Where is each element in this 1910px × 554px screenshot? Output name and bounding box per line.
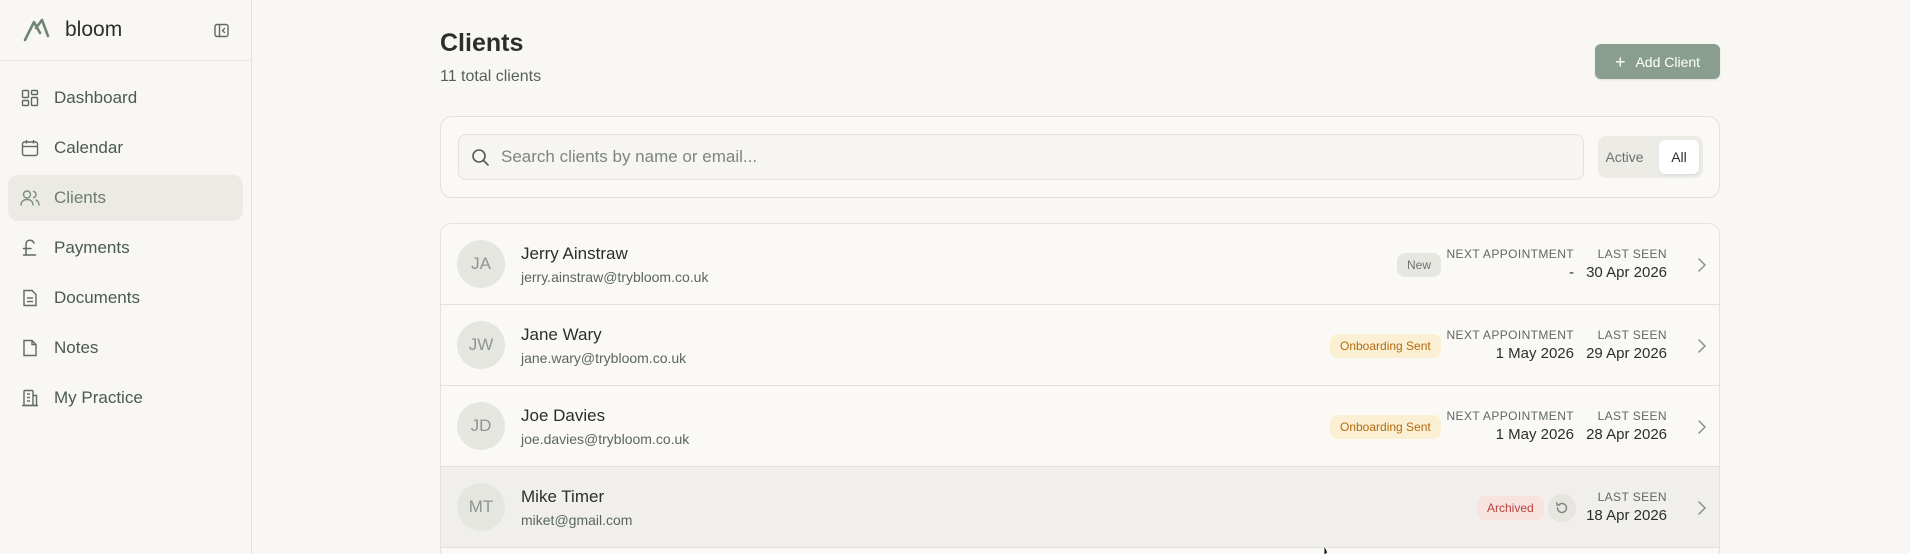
- client-email: joe.davies@trybloom.co.uk: [521, 431, 690, 447]
- sidebar-item-label: Dashboard: [54, 88, 138, 107]
- main-content: Clients 11 total clients + Add Client Ac…: [252, 0, 1910, 554]
- sidebar: bloom Dashboard Calendar Clients Payment…: [0, 0, 252, 554]
- chevron-right-icon: [1695, 256, 1709, 274]
- last-seen-label: LAST SEEN: [1597, 328, 1667, 342]
- client-list: JA Jerry Ainstraw jerry.ainstraw@trybloo…: [440, 223, 1720, 554]
- sidebar-item-dashboard[interactable]: Dashboard: [8, 75, 243, 121]
- search-icon: [471, 147, 491, 167]
- client-email: jane.wary@trybloom.co.uk: [521, 350, 687, 366]
- search-field[interactable]: [458, 134, 1584, 180]
- sidebar-item-payments[interactable]: Payments: [8, 225, 243, 271]
- avatar: JA: [457, 240, 505, 288]
- sidebar-item-label: My Practice: [54, 388, 143, 407]
- client-row[interactable]: JA Jerry Ainstraw jerry.ainstraw@trybloo…: [441, 224, 1719, 305]
- sidebar-collapse-icon[interactable]: [213, 22, 229, 38]
- next-appointment-value: 1 May 2026: [1495, 426, 1574, 443]
- mouse-cursor-icon: [1323, 544, 1338, 554]
- last-seen-label: LAST SEEN: [1597, 409, 1667, 423]
- bloom-logo-icon: [22, 16, 50, 44]
- dashboard-icon: [20, 88, 40, 108]
- sidebar-item-my-practice[interactable]: My Practice: [8, 375, 243, 421]
- avatar: JW: [457, 321, 505, 369]
- status-badge: New: [1397, 253, 1442, 277]
- chevron-right-icon: [1695, 499, 1709, 517]
- calendar-icon: [20, 138, 40, 158]
- sidebar-item-label: Documents: [54, 288, 140, 307]
- client-name: Mike Timer: [521, 487, 605, 506]
- client-email: miket@gmail.com: [521, 512, 633, 528]
- next-appointment-label: NEXT APPOINTMENT: [1446, 409, 1574, 423]
- last-seen-label: LAST SEEN: [1597, 490, 1667, 504]
- filter-active[interactable]: Active: [1602, 140, 1647, 174]
- status-badge: Onboarding Sent: [1330, 415, 1441, 439]
- client-name: Jane Wary: [521, 325, 602, 344]
- status-filter-toggle: Active All: [1598, 136, 1703, 178]
- avatar: JD: [457, 402, 505, 450]
- last-seen-value: 29 Apr 2026: [1586, 345, 1667, 362]
- sidebar-nav: Dashboard Calendar Clients Payments Docu…: [0, 61, 251, 421]
- client-row[interactable]: JD Joe Davies joe.davies@trybloom.co.uk …: [441, 386, 1719, 467]
- plus-icon: +: [1614, 51, 1626, 72]
- sidebar-item-label: Clients: [54, 188, 106, 207]
- last-seen-value: 30 Apr 2026: [1586, 264, 1667, 281]
- sidebar-item-label: Payments: [54, 238, 130, 257]
- filter-all[interactable]: All: [1659, 140, 1699, 174]
- next-appointment-value: -: [1569, 264, 1574, 281]
- sidebar-item-label: Calendar: [54, 138, 123, 157]
- sidebar-item-calendar[interactable]: Calendar: [8, 125, 243, 171]
- note-icon: [20, 338, 40, 358]
- building-icon: [20, 388, 40, 408]
- client-email: jerry.ainstraw@trybloom.co.uk: [521, 269, 709, 285]
- brand-name: bloom: [65, 18, 123, 41]
- sidebar-item-label: Notes: [54, 338, 99, 357]
- next-appointment-label: NEXT APPOINTMENT: [1446, 328, 1574, 342]
- sidebar-item-notes[interactable]: Notes: [8, 325, 243, 371]
- search-input[interactable]: [501, 147, 1561, 167]
- last-seen-value: 28 Apr 2026: [1586, 426, 1667, 443]
- client-name: Jerry Ainstraw: [521, 244, 628, 263]
- document-icon: [20, 288, 40, 308]
- status-badge: Archived: [1477, 496, 1544, 520]
- restore-icon[interactable]: [1548, 494, 1576, 522]
- status-badge: Onboarding Sent: [1330, 334, 1441, 358]
- next-appointment-label: NEXT APPOINTMENT: [1446, 247, 1574, 261]
- client-row[interactable]: JW Jane Wary jane.wary@trybloom.co.uk On…: [441, 305, 1719, 386]
- next-appointment-value: 1 May 2026: [1495, 345, 1574, 362]
- add-client-button[interactable]: + Add Client: [1595, 44, 1720, 79]
- users-icon: [20, 188, 40, 208]
- last-seen-value: 18 Apr 2026: [1586, 507, 1667, 524]
- chevron-right-icon: [1695, 418, 1709, 436]
- avatar: MT: [457, 483, 505, 531]
- last-seen-label: LAST SEEN: [1597, 247, 1667, 261]
- search-panel: Active All: [440, 116, 1720, 198]
- client-count: 11 total clients: [440, 68, 542, 85]
- chevron-right-icon: [1695, 337, 1709, 355]
- sidebar-item-documents[interactable]: Documents: [8, 275, 243, 321]
- pound-icon: [20, 238, 40, 258]
- client-name: Joe Davies: [521, 406, 606, 425]
- client-row[interactable]: MT Mike Timer miket@gmail.com Archived L…: [441, 467, 1719, 548]
- add-client-label: Add Client: [1635, 53, 1701, 70]
- page-title: Clients: [440, 29, 524, 57]
- sidebar-item-clients[interactable]: Clients: [8, 175, 243, 221]
